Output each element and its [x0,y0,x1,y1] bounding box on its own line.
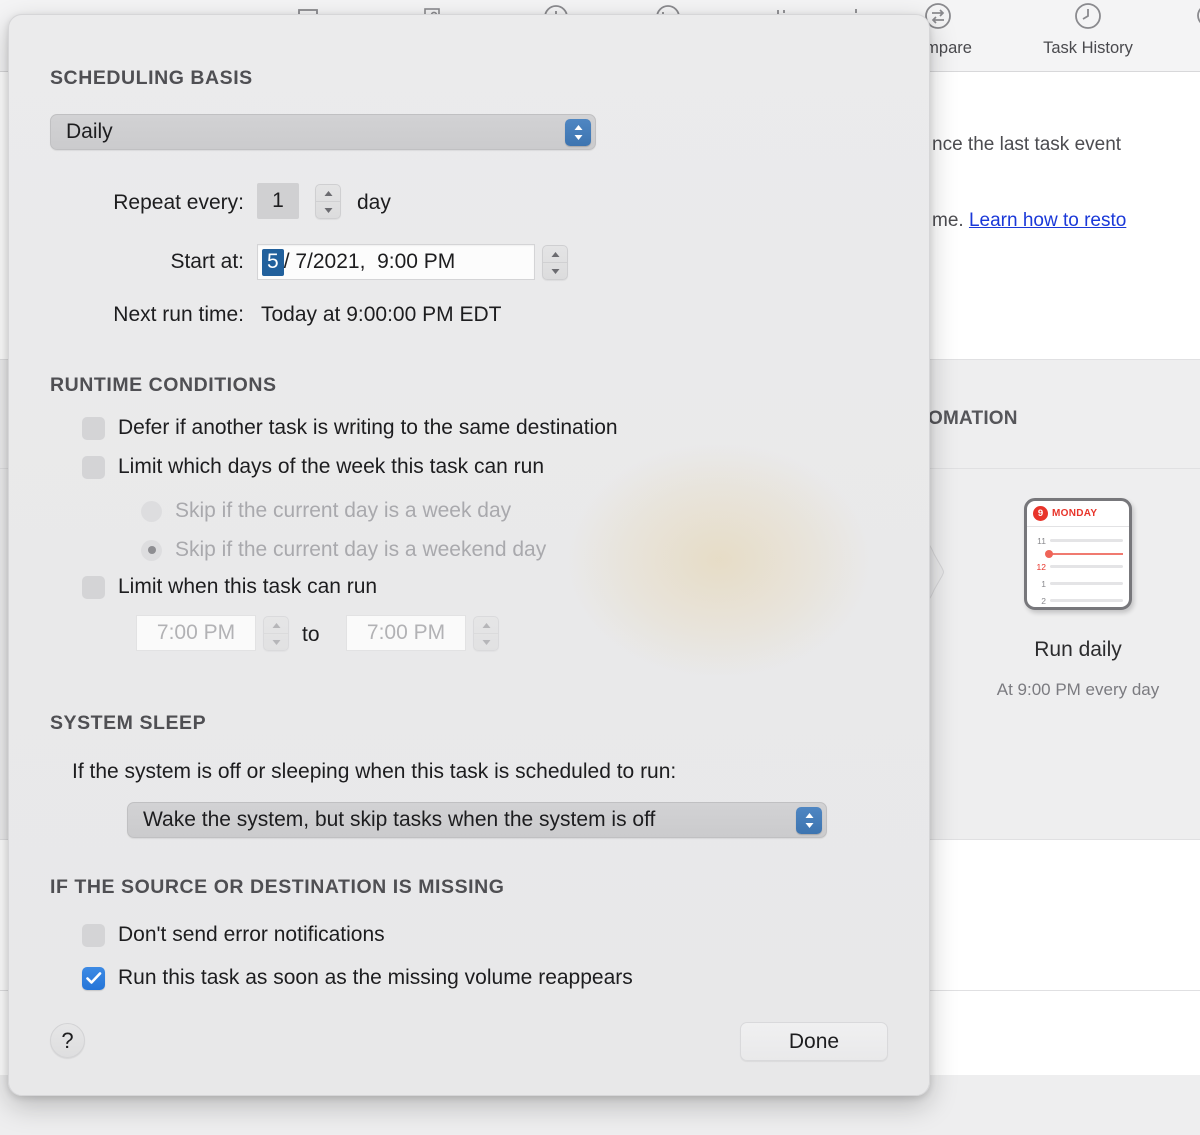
checkbox-box[interactable] [82,455,105,479]
next-run-time-value: Today at 9:00:00 PM EDT [261,303,502,326]
checkbox-box[interactable] [82,416,105,440]
calendar-day-name: MONDAY [1052,508,1098,519]
system-sleep-select[interactable]: Wake the system, but skip tasks when the… [127,802,827,838]
run-daily-calendar-icon[interactable]: 9 MONDAY 11 12 1 2 [1024,498,1132,610]
scheduling-basis-value: Daily [66,120,113,143]
start-at-remainder[interactable]: / 7/2021, 9:00 PM [284,250,456,274]
start-at-datetime-input[interactable]: 5/ 7/2021, 9:00 PM [257,244,535,280]
radio-label: Skip if the current day is a weekend day [175,538,547,561]
background-status-text: nce the last task event [932,134,1122,155]
checkbox-label: Limit when this task can run [118,575,378,598]
run-daily-subtitle: At 9:00 PM every day [996,680,1160,699]
calendar-bar [1050,599,1123,602]
calendar-hour-label: 12 [1036,561,1046,572]
repeat-every-stepper[interactable] [315,184,341,219]
checkbox-box[interactable] [82,923,105,947]
background-restore-line: me. Learn how to resto [932,210,1126,232]
radio-box[interactable] [141,500,162,522]
run-daily-title: Run daily [1034,638,1122,661]
comment-icon [1193,2,1200,36]
automation-section-header: OMATION [928,408,1018,429]
stepper-up-icon[interactable] [543,246,567,263]
calendar-header: 9 MONDAY [1027,501,1129,527]
calendar-hour-label: 2 [1041,595,1046,606]
radio-skip-week-day[interactable]: Skip if the current day is a week day [141,499,511,523]
system-sleep-value: Wake the system, but skip tasks when the… [143,808,656,831]
stepper-down-icon[interactable] [264,634,288,650]
next-run-time-label: Next run time: [113,303,244,326]
checkbox-dont-send-error-notifications[interactable]: Don't send error notifications [82,923,385,947]
system-sleep-description: If the system is off or sleeping when th… [72,760,677,783]
scheduling-basis-select[interactable]: Daily [50,114,596,150]
calendar-row: 1 [1027,575,1129,592]
calendar-row: 11 [1027,532,1129,549]
missing-source-header: IF THE SOURCE OR DESTINATION IS MISSING [50,876,505,898]
limit-time-to-word: to [302,623,320,646]
background-restore-text: me. [932,210,969,231]
checkbox-box[interactable] [82,966,105,990]
checkbox-label: Run this task as soon as the missing vol… [118,966,633,989]
runtime-conditions-header: RUNTIME CONDITIONS [50,374,277,396]
chevron-up-down-icon [565,118,591,146]
calendar-rows: 11 12 1 2 [1027,527,1129,607]
screen: Compare Task History Ti nce the last tas… [0,0,1200,1135]
scheduling-basis-header: SCHEDULING BASIS [50,67,253,89]
checkmark-icon [85,971,101,984]
toolbar-item-task-history[interactable]: Task History [1028,0,1148,72]
calendar-now-line [1048,553,1123,555]
calendar-bar [1050,565,1123,568]
calendar-row: 2 [1027,592,1129,607]
radio-label: Skip if the current day is a week day [175,499,512,522]
stepper-up-icon[interactable] [264,617,288,634]
checkbox-run-when-volume-reappears[interactable]: Run this task as soon as the missing vol… [82,966,633,990]
calendar-row: 12 [1027,558,1129,575]
repeat-every-unit: day [357,191,391,214]
checkbox-label: Don't send error notifications [118,923,385,946]
checkbox-label: Defer if another task is writing to the … [118,416,618,439]
stepper-down-icon[interactable] [543,263,567,279]
done-button[interactable]: Done [740,1022,888,1061]
radio-box[interactable] [141,539,162,561]
checkbox-limit-days-of-week[interactable]: Limit which days of the week this task c… [82,455,544,479]
popover-content: SCHEDULING BASIS Daily Repeat every: 1 d… [9,15,929,1095]
checkbox-limit-when-task-runs[interactable]: Limit when this task can run [82,575,377,599]
repeat-every-label: Repeat every: [113,191,244,214]
calendar-hour-label: 11 [1037,535,1046,546]
start-at-stepper[interactable] [542,245,568,280]
scheduler-popover: SCHEDULING BASIS Daily Repeat every: 1 d… [8,14,930,1096]
calendar-now-indicator [1027,549,1129,558]
calendar-bar [1050,582,1123,585]
toolbar-label-task-history: Task History [1043,39,1133,57]
radio-selected-dot [147,546,156,554]
clock-icon [1071,2,1105,36]
help-button[interactable]: ? [50,1023,85,1058]
stepper-up-icon[interactable] [316,185,340,202]
radio-skip-weekend-day[interactable]: Skip if the current day is a weekend day [141,538,546,562]
repeat-every-input[interactable]: 1 [257,183,299,219]
start-at-selected-segment[interactable]: 5 [262,248,284,276]
chevron-up-down-icon [796,806,822,834]
calendar-day-number: 9 [1033,506,1048,521]
stepper-down-icon[interactable] [474,634,498,650]
checkbox-defer-if-writing[interactable]: Defer if another task is writing to the … [82,416,618,440]
stepper-up-icon[interactable] [474,617,498,634]
limit-time-from-input[interactable]: 7:00 PM [136,615,256,651]
calendar-bar [1050,539,1123,542]
start-at-label: Start at: [170,250,244,273]
limit-time-from-stepper[interactable] [263,616,289,651]
calendar-now-dot [1045,550,1053,558]
system-sleep-header: SYSTEM SLEEP [50,712,207,734]
calendar-hour-label: 1 [1041,578,1046,589]
limit-time-until-stepper[interactable] [473,616,499,651]
checkbox-box[interactable] [82,575,105,599]
stepper-down-icon[interactable] [316,202,340,218]
learn-how-to-restore-link[interactable]: Learn how to resto [969,210,1126,231]
checkbox-label: Limit which days of the week this task c… [118,455,545,478]
limit-time-until-input[interactable]: 7:00 PM [346,615,466,651]
toolbar-item-time[interactable]: Ti [1150,0,1200,72]
